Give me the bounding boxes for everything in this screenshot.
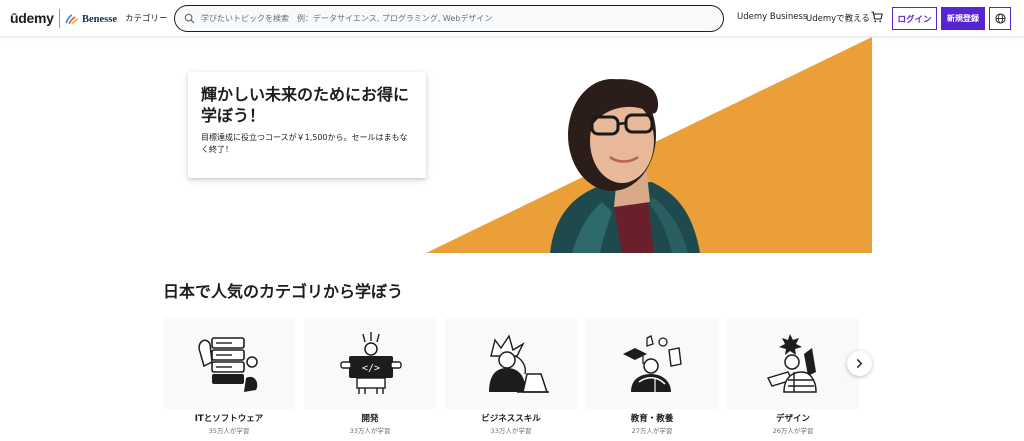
education-illustration-icon — [586, 318, 718, 409]
search-icon[interactable] — [184, 13, 195, 24]
category-learners: 33万人が学習 — [349, 427, 391, 435]
benesse-wordmark: Benesse — [82, 13, 117, 25]
categories-menu[interactable]: カテゴリー — [125, 12, 168, 24]
hero-subtitle: 目標達成に役立つコースが￥1,500から。セールはまもなく終了！ — [201, 133, 408, 154]
category-learners: 27万人が学習 — [631, 427, 673, 435]
chevron-right-icon — [856, 359, 863, 368]
benesse-logo[interactable]: Benesse — [64, 10, 117, 28]
search-input[interactable] — [201, 10, 716, 27]
login-button[interactable]: ログイン — [892, 7, 937, 30]
globe-icon — [994, 13, 1006, 24]
svg-text:</>: </> — [362, 363, 380, 374]
category-name: 教育・教養 — [630, 414, 674, 424]
cart-icon[interactable] — [871, 11, 883, 23]
category-card-business[interactable]: ビジネススキル 33万人が学習 — [445, 318, 577, 435]
logo-divider — [59, 9, 60, 28]
category-card-education[interactable]: 教育・教養 27万人が学習 — [586, 318, 718, 435]
code-laptop-illustration-icon: </> — [304, 318, 436, 409]
carousel-next-button[interactable] — [847, 351, 872, 376]
category-card-it[interactable]: ITとソフトウェア 35万人が学習 — [163, 318, 295, 435]
category-card-development[interactable]: </> 開発 33万人が学習 — [304, 318, 436, 435]
category-card-design[interactable]: デザイン 26万人が学習 — [727, 318, 859, 435]
udemy-logo[interactable]: ūdemy — [10, 10, 54, 26]
category-name: デザイン — [775, 414, 810, 424]
teach-on-udemy-link[interactable]: Udemyで教える — [806, 12, 870, 24]
top-nav-bar: ūdemy Benesse カテゴリー Udemy Business Udemy… — [0, 0, 1024, 37]
category-learners: 26万人が学習 — [772, 427, 814, 435]
category-name: ITとソフトウェア — [194, 414, 264, 424]
category-learners: 35万人が学習 — [208, 427, 250, 435]
category-name: ビジネススキル — [481, 414, 541, 424]
categories-section-title: 日本で人気のカテゴリから学ぼう — [163, 282, 404, 301]
signup-button[interactable]: 新規登録 — [941, 7, 985, 30]
category-learners: 33万人が学習 — [490, 427, 532, 435]
server-illustration-icon — [163, 318, 295, 409]
business-person-illustration-icon — [445, 318, 577, 409]
benesse-mark-icon — [65, 14, 79, 25]
hero-promo-card: 輝かしい未来のためにお得に学ぼう！ 目標達成に役立つコースが￥1,500から。セ… — [188, 72, 426, 178]
design-illustration-icon — [727, 318, 859, 409]
hero-title: 輝かしい未来のためにお得に学ぼう！ — [201, 85, 410, 125]
language-button[interactable] — [989, 7, 1011, 30]
udemy-business-link[interactable]: Udemy Business — [737, 12, 807, 22]
category-name: 開発 — [361, 414, 379, 424]
search-bar[interactable] — [174, 5, 724, 32]
